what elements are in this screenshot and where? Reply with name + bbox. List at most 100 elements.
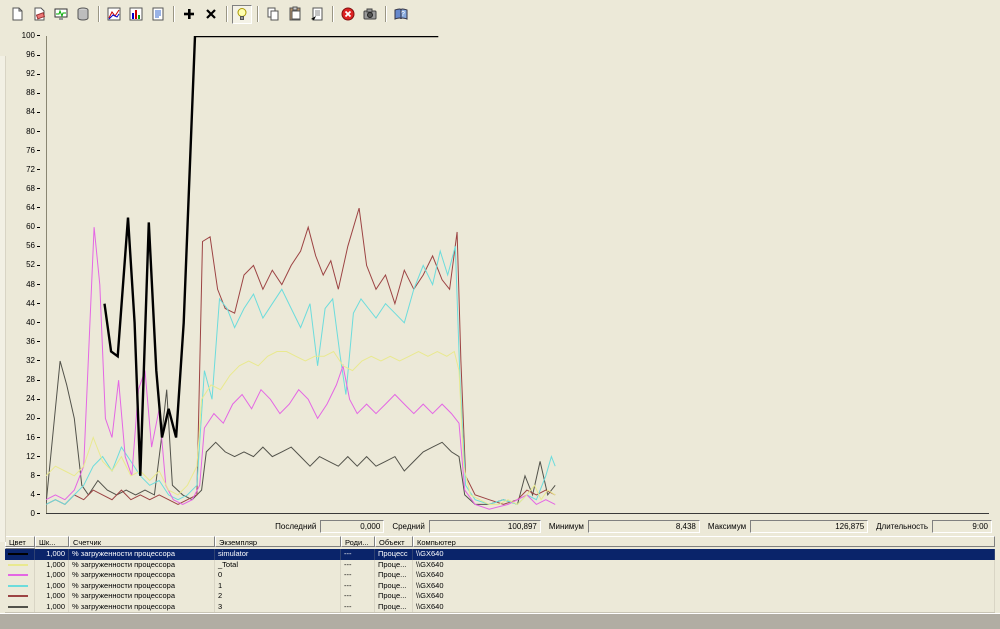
legend-row[interactable]: 1,000% загруженности процессора 3 --- Проце… [5,601,995,612]
perfmon-window: ? 100 96 92 88 84 80 76 72 68 64 60 56 52 48 44 40 36 32 2… [0,0,1000,629]
legend-row[interactable]: 1,000% загруженности процессора _Total ---… [5,559,995,570]
legend-cell-object: Проце... [375,580,413,591]
freeze-display-icon [340,6,356,22]
color-swatch [8,584,28,587]
chart-series [46,360,556,506]
legend-cell-counter: % загруженности процессора [69,580,215,591]
legend-cell-object: Проце... [375,601,413,612]
legend-row[interactable]: 1,000% загруженности процессора simulator… [5,549,995,560]
legend-cell-color [5,549,35,560]
y-axis-label: 84 [0,108,40,116]
y-axis-label: 4 [0,490,40,499]
legend-col-7[interactable]: Компьютер [413,536,995,547]
legend-cell-parent: --- [341,601,375,612]
properties-button[interactable] [307,5,327,24]
legend-col-5[interactable]: Роди... [341,536,375,547]
legend-cell-object: Процесс [375,549,413,560]
clear-display-button[interactable] [29,5,49,24]
bottom-bar [0,613,1000,629]
add-counters-button[interactable] [179,5,199,24]
view-histogram-button[interactable] [126,5,146,24]
legend-col-6[interactable]: Объект [375,536,413,547]
y-axis-label: 24 [0,395,40,403]
legend-cell-computer: \\GX640 [413,601,995,612]
stat-duration-value: 9:00 [932,520,992,533]
legend-cell-color [5,601,35,612]
toolbar-separator [226,6,227,22]
legend-col-3[interactable]: Счетчик [69,536,215,547]
legend-cell-computer: \\GX640 [413,549,995,560]
paste-counter-list-button[interactable] [285,5,305,24]
chart-plot [46,36,989,514]
y-axis-label: 64 [0,204,40,212]
update-data-icon [362,6,378,22]
stat-last-label: Последний [275,522,317,531]
legend-col-2[interactable]: Шк... [35,536,69,547]
view-graph-button[interactable] [104,5,124,24]
color-swatch [8,563,28,566]
view-current-activity-icon [53,6,69,22]
legend-cell-instance: 0 [215,570,341,581]
y-axis-label: 72 [0,165,40,174]
legend-col-1[interactable]: Цвет [5,536,35,547]
legend-cell-counter: % загруженности процессора [69,559,215,570]
legend-rows: 1,000% загруженности процессора simulator… [5,549,995,613]
paste-counter-list-icon [287,6,303,22]
legend-cell-parent: --- [341,580,375,591]
color-swatch [8,574,28,577]
highlight-button[interactable] [232,4,252,24]
legend-cell-counter: % загруженности процессора [69,591,215,602]
stat-min-label: Минимум [548,522,584,531]
legend-cell-object: Проце... [375,559,413,570]
view-current-activity-button[interactable] [51,5,71,24]
toolbar-separator [98,6,99,22]
freeze-display-button[interactable] [338,5,358,24]
new-counter-set-button[interactable] [7,5,27,24]
copy-properties-icon [265,6,281,22]
legend-cell-object: Проце... [375,570,413,581]
legend-cell-computer: \\GX640 [413,591,995,602]
view-graph-icon [106,6,122,22]
legend-cell-scale: 1,000 [35,570,69,581]
view-histogram-icon [128,6,144,22]
legend-row[interactable]: 1,000% загруженности процессора 0 --- Проце… [5,570,995,581]
color-swatch [8,595,28,598]
chart-area: 100 96 92 88 84 80 76 72 68 64 60 56 52 48 44 40 36 32 28 2… [0,28,1000,542]
y-axis-label: 8 [0,471,40,480]
highlight-icon [234,6,250,22]
legend-cell-object: Проце... [375,591,413,602]
legend-header: Цвет Шк... Счетчик Экземпляр Роди... Объект Ко… [5,536,995,549]
legend-row[interactable]: 1,000% загруженности процессора 2 --- Проце… [5,591,995,602]
y-axis-label: 60 [0,223,40,231]
copy-properties-button[interactable] [263,5,283,24]
delete-counter-button[interactable] [201,5,221,24]
legend-cell-instance: 3 [215,601,341,612]
legend-col-4[interactable]: Экземпляр [215,536,341,547]
help-button[interactable]: ? [391,5,411,24]
legend-row[interactable]: 1,000% загруженности процессора 1 --- Проце… [5,580,995,591]
y-axis-label: 68 [0,184,40,193]
y-axis-label: 88 [0,89,40,97]
y-axis-label: 100 [0,32,40,40]
y-axis-label: 32 [0,357,40,365]
legend-cell-color [5,591,35,602]
y-axis-label: 76 [0,146,40,155]
toolbar-separator [332,6,333,22]
new-counter-set-icon [9,6,25,22]
legend-cell-color [5,580,35,591]
view-log-data-button[interactable] [73,5,93,24]
color-swatch [8,553,28,556]
update-data-button[interactable] [360,5,380,24]
legend-cell-parent: --- [341,559,375,570]
legend-cell-scale: 1,000 [35,549,69,560]
toolbar-separator [173,6,174,22]
stat-max-label: Максимум [707,522,747,531]
legend-cell-color [5,570,35,581]
toolbar-separator [385,6,386,22]
chart-series [46,227,556,510]
stats-bar: Последний 0,000 Средний 100,897 Минимум … [0,517,1000,536]
stat-last-value: 0,000 [320,520,385,533]
view-report-button[interactable] [148,5,168,24]
y-axis-label: 48 [0,280,40,289]
stat-min-value: 8,438 [587,520,700,533]
